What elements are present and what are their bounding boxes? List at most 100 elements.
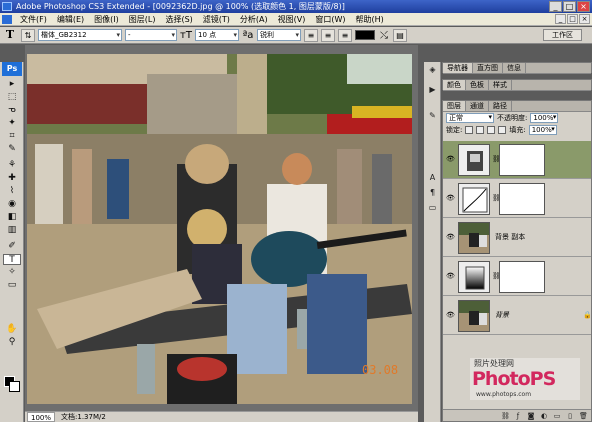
font-style-select[interactable]: - xyxy=(125,29,177,41)
layer-gradient-map[interactable]: 👁 ⛓ xyxy=(443,258,591,296)
character-panel-icon[interactable]: A xyxy=(427,172,438,183)
move-tool-icon[interactable]: ▸ xyxy=(3,79,21,90)
tab-color[interactable]: 颜色 xyxy=(443,80,466,90)
minimize-button[interactable]: _ xyxy=(549,1,562,12)
menu-filter[interactable]: 滤镜(T) xyxy=(198,13,235,26)
layer-selective-color[interactable]: 👁 ⛓ xyxy=(443,141,591,179)
actions-panel-icon[interactable]: ▶ xyxy=(427,84,438,95)
tool-presets-icon[interactable]: ✎ xyxy=(427,110,438,121)
background-color-swatch[interactable] xyxy=(9,381,20,392)
paragraph-panel-icon[interactable]: ¶ xyxy=(427,187,438,198)
link-layers-icon[interactable]: ⛓ xyxy=(501,412,510,420)
eyedropper-tool-icon[interactable]: ✎ xyxy=(3,144,21,155)
menu-edit[interactable]: 编辑(E) xyxy=(52,13,89,26)
clone-stamp-icon[interactable]: ⌇ xyxy=(3,186,21,197)
tab-paths[interactable]: 路径 xyxy=(489,101,512,111)
history-panel-icon[interactable]: ◈ xyxy=(427,64,438,75)
text-orientation-icon[interactable]: ⇅ xyxy=(21,28,35,42)
menu-view[interactable]: 视图(V) xyxy=(273,13,311,26)
path-selection-icon[interactable]: ✧ xyxy=(3,267,21,278)
pen-tool-icon[interactable]: ✐ xyxy=(3,241,21,252)
photo-thumbnail xyxy=(458,222,490,254)
layer-name: 背景 副本 xyxy=(495,233,526,241)
adjustment-layer-icon xyxy=(458,144,490,176)
warp-text-icon[interactable]: ⤯ xyxy=(378,30,390,41)
fill-input[interactable]: 100% xyxy=(528,125,557,135)
lock-pixels-icon[interactable] xyxy=(476,126,485,134)
new-group-icon[interactable]: ▭ xyxy=(553,412,561,420)
character-panel-icon[interactable]: ▤ xyxy=(393,28,407,42)
align-center-icon[interactable]: ≡ xyxy=(321,28,335,42)
eye-icon[interactable]: 👁 xyxy=(446,194,455,203)
layer-background-copy[interactable]: 👁 背景 副本 xyxy=(443,219,591,257)
doc-minimize-button[interactable]: _ xyxy=(555,14,566,24)
type-tool-icon[interactable]: T xyxy=(2,28,18,42)
navigator-panel-group: 导航器 直方图 信息 xyxy=(442,62,592,74)
align-left-icon[interactable]: ≡ xyxy=(304,28,318,42)
eye-icon[interactable]: 👁 xyxy=(446,155,455,164)
tab-info[interactable]: 信息 xyxy=(503,63,526,73)
new-layer-icon[interactable]: ▯ xyxy=(566,412,574,420)
align-right-icon[interactable]: ≡ xyxy=(338,28,352,42)
blend-mode-select[interactable]: 正常 xyxy=(446,113,494,123)
add-mask-icon[interactable]: ◙ xyxy=(527,412,535,420)
font-size-select[interactable]: 10 点 xyxy=(195,29,239,41)
gradient-layer-icon xyxy=(458,261,490,293)
opacity-input[interactable]: 100% xyxy=(530,113,559,123)
maximize-button[interactable]: □ xyxy=(563,1,576,12)
layer-mask-thumb[interactable] xyxy=(499,183,545,215)
tab-swatches[interactable]: 色板 xyxy=(466,80,489,90)
menu-file[interactable]: 文件(F) xyxy=(15,13,52,26)
tab-channels[interactable]: 通道 xyxy=(466,101,489,111)
menu-select[interactable]: 选择(S) xyxy=(160,13,197,26)
hand-tool-icon[interactable]: ✋ xyxy=(3,324,21,335)
marquee-tool-icon[interactable]: ⬚ xyxy=(3,92,21,103)
menu-image[interactable]: 图像(I) xyxy=(89,13,124,26)
font-family-select[interactable]: 楷体_GB2312 xyxy=(38,29,122,41)
doc-restore-button[interactable]: □ xyxy=(567,14,578,24)
tab-navigator[interactable]: 导航器 xyxy=(443,63,473,73)
healing-brush-icon[interactable]: ⚘ xyxy=(3,160,21,171)
lock-position-icon[interactable] xyxy=(487,126,496,134)
layer-curves[interactable]: 👁 ⛓ xyxy=(443,180,591,218)
tab-layers[interactable]: 图层 xyxy=(443,101,466,111)
doc-close-button[interactable]: × xyxy=(579,14,590,24)
tab-histogram[interactable]: 直方图 xyxy=(473,63,503,73)
shape-tool-icon[interactable]: ▭ xyxy=(3,280,21,291)
type-tool-button[interactable]: T xyxy=(3,254,21,265)
layer-mask-thumb[interactable] xyxy=(499,144,545,176)
lasso-tool-icon[interactable]: ᓀ xyxy=(3,105,21,116)
menu-layer[interactable]: 图层(L) xyxy=(124,13,161,26)
eraser-tool-icon[interactable]: ◧ xyxy=(3,212,21,223)
eye-icon[interactable]: 👁 xyxy=(446,272,455,281)
close-button[interactable]: × xyxy=(577,1,590,12)
magic-wand-tool-icon[interactable]: ✦ xyxy=(3,118,21,129)
menu-analysis[interactable]: 分析(A) xyxy=(235,13,273,26)
adjustment-layer-icon[interactable]: ◐ xyxy=(540,412,548,420)
text-color-swatch[interactable] xyxy=(355,30,375,40)
eye-icon[interactable]: 👁 xyxy=(446,233,455,242)
crop-tool-icon[interactable]: ⌗ xyxy=(3,131,21,142)
delete-layer-icon[interactable]: 🗑 xyxy=(579,412,588,420)
layer-mask-thumb[interactable] xyxy=(499,261,545,293)
eye-icon[interactable]: 👁 xyxy=(446,311,455,320)
history-brush-icon[interactable]: ◉ xyxy=(3,199,21,210)
zoom-level[interactable]: 100% xyxy=(27,412,56,422)
document-size: 文档:1.37M/2 xyxy=(61,413,106,421)
image-canvas[interactable]: 03.08 xyxy=(27,54,412,404)
lock-transparency-icon[interactable] xyxy=(465,126,474,134)
layer-style-icon[interactable]: ƒ xyxy=(514,412,522,420)
blend-controls: 正常 不透明度: 100% xyxy=(443,112,591,124)
layer-background[interactable]: 👁 背景 🔒 xyxy=(443,297,592,335)
brushes-panel-icon[interactable]: ▭ xyxy=(427,202,438,213)
zoom-tool-icon[interactable]: ⚲ xyxy=(3,337,21,348)
brush-tool-icon[interactable]: ✚ xyxy=(3,173,21,184)
menu-window[interactable]: 窗口(W) xyxy=(310,13,350,26)
gradient-tool-icon[interactable]: ▥ xyxy=(3,225,21,236)
ps-logo: Ps xyxy=(2,62,22,76)
tab-styles[interactable]: 样式 xyxy=(489,80,512,90)
antialias-select[interactable]: 锐利 xyxy=(257,29,301,41)
lock-all-icon[interactable] xyxy=(498,126,507,134)
menu-help[interactable]: 帮助(H) xyxy=(351,13,389,26)
workspace-button[interactable]: 工作区 xyxy=(543,29,582,41)
